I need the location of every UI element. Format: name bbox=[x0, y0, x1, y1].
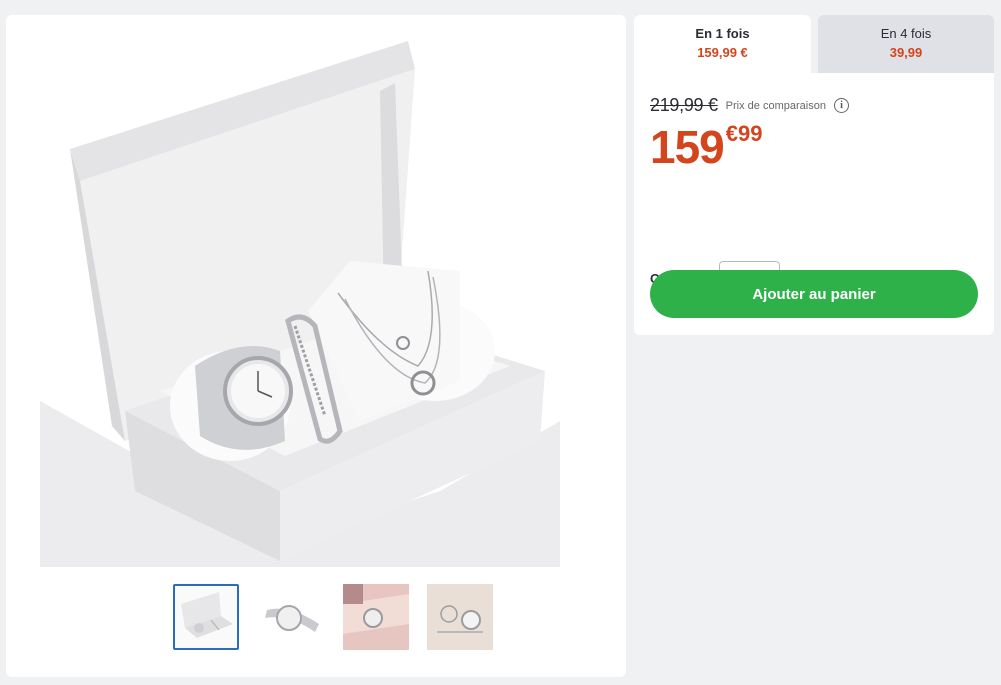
info-icon[interactable]: i bbox=[833, 98, 849, 113]
tab-label: En 1 fois bbox=[695, 26, 750, 41]
add-to-cart-button[interactable]: Ajouter au panier bbox=[650, 270, 978, 318]
main-product-image[interactable] bbox=[40, 21, 560, 567]
thumbnail-coffret[interactable] bbox=[173, 584, 239, 650]
tab-label: En 4 fois bbox=[880, 26, 932, 41]
tab-pay-four-times[interactable]: En 4 fois 39,99 bbox=[818, 15, 994, 73]
gift-box-illustration bbox=[40, 21, 560, 567]
tab-pay-once[interactable]: En 1 fois 159,99 € bbox=[634, 15, 811, 73]
thumbnail-montre[interactable] bbox=[259, 584, 325, 650]
thumbnail-image bbox=[259, 584, 325, 650]
compare-price: 219,99 € bbox=[650, 95, 718, 115]
price-decimal: €99 bbox=[725, 121, 763, 146]
thumbnail-image bbox=[427, 584, 493, 650]
compare-price-label: Prix de comparaison bbox=[725, 99, 826, 112]
tab-amount: 39,99 bbox=[889, 45, 923, 60]
price-integer: 159 bbox=[650, 121, 725, 173]
product-gallery bbox=[6, 15, 626, 677]
compare-price-row: 219,99 € Prix de comparaison i bbox=[650, 95, 849, 116]
payment-tabs: En 1 fois 159,99 € En 4 fois 39,99 bbox=[634, 15, 994, 73]
current-price: 159€99 bbox=[650, 119, 762, 175]
thumbnail-poignet[interactable] bbox=[343, 584, 409, 650]
tab-amount: 159,99 € bbox=[697, 45, 748, 60]
thumbnail-image bbox=[175, 586, 237, 648]
thumbnail-image bbox=[343, 584, 409, 650]
thumbnail-ensemble[interactable] bbox=[427, 584, 493, 650]
